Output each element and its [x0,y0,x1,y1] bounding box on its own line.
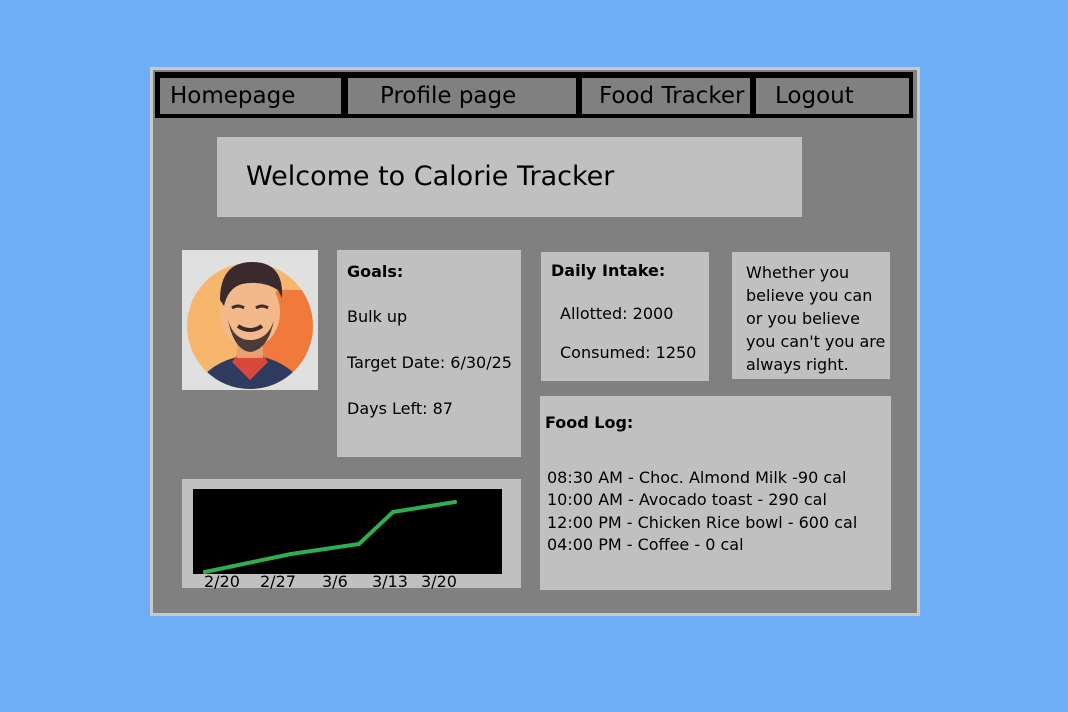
nav-food-tracker[interactable]: Food Tracker [582,78,750,114]
data-point [357,542,361,546]
x-tick-label: 2/27 [260,572,296,591]
user-avatar-icon [187,262,313,389]
x-tick-label: 3/13 [372,572,408,591]
x-tick-label: 2/20 [204,572,240,591]
intake-heading: Daily Intake: [551,261,666,280]
data-point [391,510,395,514]
daily-intake-card: Daily Intake: Allotted: 2000 Consumed: 1… [541,252,709,381]
nav-homepage[interactable]: Homepage [160,78,341,114]
data-point [453,500,457,504]
avatar [182,250,318,390]
food-log-card: Food Log: 08:30 AM - Choc. Almond Milk -… [540,396,891,590]
quote-card: Whether you believe you can or you belie… [732,252,890,379]
food-log-entry: 04:00 PM - Coffee - 0 cal [547,535,744,554]
nav-logout[interactable]: Logout [756,78,909,114]
food-log-entry: 10:00 AM - Avocado toast - 290 cal [547,490,827,509]
app-window: Homepage Profile page Food Tracker Logou… [150,67,920,616]
target-date: Target Date: 6/30/25 [347,353,512,372]
food-log-entry: 08:30 AM - Choc. Almond Milk -90 cal [547,468,847,487]
chart-plot-area [193,489,502,574]
welcome-banner: Welcome to Calorie Tracker [217,137,802,217]
goal-value: Bulk up [347,307,408,326]
food-log-heading: Food Log: [545,413,634,432]
consumed-calories: Consumed: 1250 [560,343,697,362]
allotted-calories: Allotted: 2000 [560,304,674,323]
x-tick-label: 3/6 [322,572,348,591]
x-tick-label: 3/20 [421,572,457,591]
nav-profile-page[interactable]: Profile page [348,78,576,114]
chart-svg [203,500,457,574]
series-line [203,500,457,574]
data-point [289,552,293,556]
quote-text: Whether you believe you can or you belie… [746,263,886,374]
progress-chart: 2/20 2/27 3/6 3/13 3/20 [182,479,521,591]
days-left: Days Left: 87 [347,399,453,418]
food-log-entry: 12:00 PM - Chicken Rice bowl - 600 cal [547,513,858,532]
nav-bar: Homepage Profile page Food Tracker Logou… [155,72,913,118]
goals-heading: Goals: [347,262,404,281]
goals-card: Goals: Bulk up Target Date: 6/30/25 Days… [337,250,521,457]
